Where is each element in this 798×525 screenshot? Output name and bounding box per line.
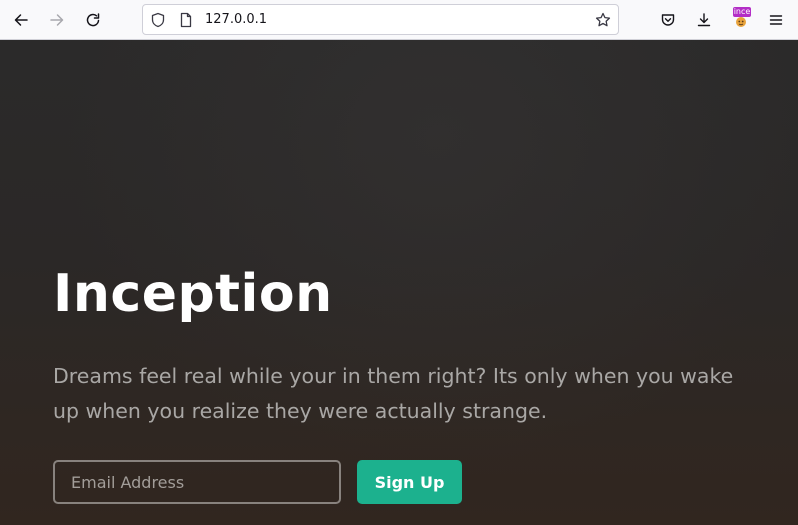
pocket-button[interactable] (654, 6, 682, 34)
email-input[interactable] (53, 460, 341, 504)
browser-toolbar: 127.0.0.1 ince (0, 0, 798, 40)
reload-button[interactable] (79, 6, 107, 34)
hero-description: Dreams feel real while your in them righ… (53, 364, 734, 423)
download-icon (697, 13, 711, 27)
url-bar[interactable]: 127.0.0.1 (142, 4, 619, 35)
arrow-right-icon (50, 14, 64, 26)
star-icon[interactable] (595, 12, 611, 28)
shield-icon[interactable] (150, 12, 166, 28)
page-icon (178, 12, 194, 28)
back-button[interactable] (7, 6, 35, 34)
hero-title: Inception (53, 264, 333, 324)
forward-button[interactable] (43, 6, 71, 34)
extension-badge: ince (733, 7, 751, 17)
hamburger-menu-icon (769, 15, 783, 25)
downloads-button[interactable] (690, 6, 718, 34)
url-text: 127.0.0.1 (205, 12, 268, 27)
signup-button[interactable]: Sign Up (357, 460, 462, 504)
hero-section: Inception Dreams feel real while your in… (0, 40, 798, 525)
arrow-left-icon (14, 14, 28, 26)
reload-icon (86, 13, 100, 27)
pocket-icon (661, 14, 675, 26)
menu-button[interactable] (762, 6, 790, 34)
